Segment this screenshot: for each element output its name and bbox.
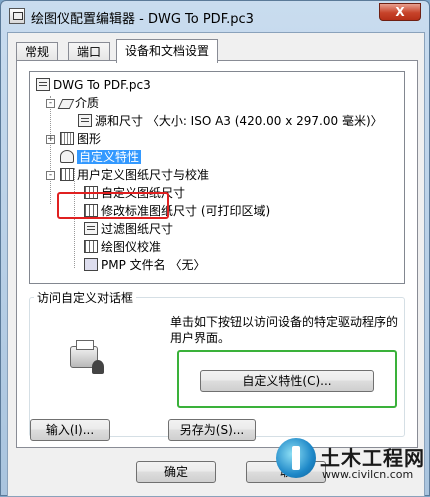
tab-device-document-settings[interactable]: 设备和文档设置: [116, 39, 219, 63]
tree-node-pc3-file[interactable]: DWG To PDF.pc3: [36, 76, 151, 94]
custom-properties-button[interactable]: 自定义特性(C)...: [200, 370, 374, 392]
import-button[interactable]: 输入(I)...: [30, 419, 110, 441]
dialog-client-area: 常规 端口 设备和文档设置 DWG To PDF.pc3 - 介质 源和尺寸 〈…: [7, 32, 425, 497]
plotter-app-icon: [9, 8, 25, 24]
title-bar[interactable]: 绘图仪配置编辑器 - DWG To PDF.pc3 X: [1, 1, 429, 31]
tab-general[interactable]: 常规: [16, 42, 59, 62]
window-title: 绘图仪配置编辑器 - DWG To PDF.pc3: [31, 12, 254, 27]
plotter-config-editor-window: 绘图仪配置编辑器 - DWG To PDF.pc3 X 常规 端口 设备和文档设…: [0, 0, 430, 497]
tree-node-media[interactable]: 介质: [57, 94, 99, 112]
close-button[interactable]: X: [379, 3, 421, 21]
tree-node-custom-paper-size[interactable]: 自定义图纸尺寸: [84, 184, 185, 202]
tree-node-user-paper-calibration[interactable]: 用户定义图纸尺寸与校准: [60, 166, 209, 184]
tree-expand-graphics[interactable]: +: [46, 135, 55, 144]
paper-size-icon: [78, 114, 92, 127]
tree-node-source-size[interactable]: 源和尺寸 〈大小: ISO A3 (420.00 x 297.00 毫米)〉: [78, 112, 383, 130]
watermark-name: 土木工程网: [320, 446, 425, 470]
tree-node-filter-paper-sizes[interactable]: 过滤图纸尺寸: [84, 220, 173, 238]
calibration-icon: [60, 168, 74, 181]
watermark: 土木工程网 www.civilcn.com: [276, 436, 426, 492]
paper-size-ruler-icon: [84, 186, 98, 199]
pmp-file-icon: [84, 258, 98, 271]
custom-dialog-group: 访问自定义对话框 单击如下按钮以访问设备的特定驱动程序的用户界面。 自定义特性(…: [29, 289, 405, 437]
group-description: 单击如下按钮以访问设备的特定驱动程序的用户界面。: [170, 315, 399, 345]
tree-collapse-media[interactable]: -: [46, 99, 55, 108]
tree-connector: [50, 96, 51, 204]
device-settings-page: DWG To PDF.pc3 - 介质 源和尺寸 〈大小: ISO A3 (42…: [16, 60, 418, 448]
filter-paper-icon: [84, 222, 98, 235]
tree-node-modify-standard-paper[interactable]: 修改标准图纸尺寸 (可打印区域): [84, 202, 270, 220]
user-icon: [92, 360, 104, 374]
tree-node-graphics[interactable]: 图形: [60, 130, 101, 148]
site-logo-icon: [276, 438, 316, 478]
plotter-calibration-icon: [84, 240, 98, 253]
tree-node-pmp-filename[interactable]: PMP 文件名 〈无〉: [84, 256, 205, 274]
custom-properties-icon: [60, 150, 74, 163]
save-as-button[interactable]: 另存为(S)...: [168, 419, 256, 441]
modify-paper-icon: [84, 204, 98, 217]
media-icon: [57, 99, 75, 109]
tree-collapse-user-paper[interactable]: -: [46, 171, 55, 180]
tree-node-plotter-calibration[interactable]: 绘图仪校准: [84, 238, 161, 256]
group-title: 访问自定义对话框: [34, 289, 137, 306]
ok-button[interactable]: 确定: [136, 461, 216, 483]
watermark-url: www.civilcn.com: [322, 468, 414, 481]
tree-node-custom-properties[interactable]: 自定义特性: [60, 148, 142, 166]
tab-ports[interactable]: 端口: [68, 42, 111, 62]
graphics-icon: [60, 132, 74, 145]
settings-tree[interactable]: DWG To PDF.pc3 - 介质 源和尺寸 〈大小: ISO A3 (42…: [29, 71, 405, 284]
printer-file-icon: [36, 78, 50, 91]
